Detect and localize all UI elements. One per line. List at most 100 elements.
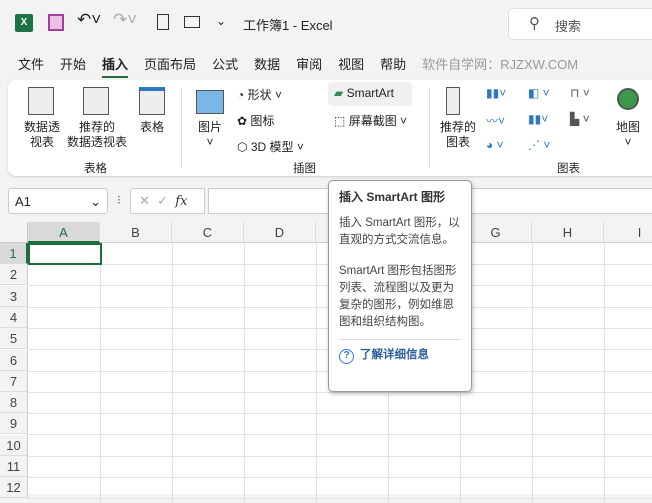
gridline <box>28 477 652 478</box>
tab-review[interactable]: 审阅 <box>296 54 322 78</box>
recommended-charts-button[interactable]: 推荐的 图表 <box>438 120 478 150</box>
3d-models-label: 3D 模型 <box>250 140 294 154</box>
tab-insert[interactable]: 插入 <box>102 54 129 78</box>
recommended-pivot-icon <box>83 87 109 115</box>
pictures-label: 图片 <box>197 120 222 134</box>
help-icon: ? <box>339 349 354 364</box>
divider <box>181 88 182 168</box>
gridline <box>28 413 652 415</box>
screenshot-icon: ⬚ <box>334 114 346 128</box>
row-header[interactable]: 1 <box>0 243 28 264</box>
icons-button[interactable]: ✿ 图标 <box>237 112 274 129</box>
pivot-table-icon <box>28 87 54 115</box>
recommended-pivot-button[interactable]: 推荐的 数据透视表 <box>64 120 130 150</box>
table-icon <box>139 87 165 115</box>
learn-more-link[interactable]: ? 了解详细信息 <box>339 339 461 364</box>
row-header[interactable]: 4 <box>0 306 28 328</box>
gridline <box>604 243 605 503</box>
window-title: 工作簿1 - Excel <box>243 18 333 33</box>
column-header[interactable]: D <box>244 222 316 243</box>
shapes-label: 形状 <box>247 88 272 102</box>
scatter-chart-button[interactable]: ⋰ ˅ <box>528 138 550 152</box>
pivot-table-button[interactable]: 数据透 视表 <box>18 120 66 150</box>
group-label-tables: 表格 <box>84 163 107 175</box>
column-header[interactable]: A <box>28 222 100 243</box>
save-icon[interactable] <box>48 14 64 31</box>
smartart-button[interactable]: ▰ SmartArt <box>328 82 412 106</box>
row-header[interactable]: 9 <box>0 413 28 435</box>
chevron-down-icon: ⌄ <box>90 194 101 209</box>
watermark: 软件自学网：RJZXW.COM <box>422 57 579 72</box>
screenshot-button[interactable]: ⬚ 屏幕截图 ˅ <box>334 112 407 129</box>
statistic-chart-button[interactable]: ▮▮˅ <box>528 112 548 126</box>
name-box[interactable]: A1 ⌄ <box>8 188 108 214</box>
more-icon: ⁝ <box>117 193 121 207</box>
row-header[interactable]: 6 <box>0 349 28 371</box>
undo-icon[interactable]: ↶˅ <box>77 10 101 30</box>
column-header[interactable]: I <box>604 222 652 243</box>
column-header[interactable]: B <box>100 222 172 243</box>
tab-home[interactable]: 开始 <box>60 54 86 78</box>
tab-data[interactable]: 数据 <box>254 54 280 78</box>
pie-chart-button[interactable]: ◕ ˅ <box>486 138 504 152</box>
cancel-icon[interactable]: ✕ <box>139 193 150 208</box>
tab-page-layout[interactable]: 页面布局 <box>144 54 196 78</box>
tooltip-details: SmartArt 图形包括图形列表、流程图以及更为复杂的图形，例如维恩图和组织结… <box>339 265 457 328</box>
row-header[interactable]: 7 <box>0 370 28 392</box>
new-file-icon[interactable] <box>157 14 169 30</box>
enter-icon[interactable]: ✓ <box>157 193 168 208</box>
maps-label: 地图 <box>615 120 640 134</box>
picture-icon <box>196 90 224 114</box>
column-header[interactable]: H <box>532 222 604 243</box>
select-all-button[interactable] <box>0 222 28 243</box>
insert-function-button[interactable]: fx <box>175 194 187 209</box>
gridline <box>28 455 652 457</box>
row-header[interactable]: 8 <box>0 392 28 414</box>
screenshot-label: 屏幕截图 <box>348 114 397 128</box>
tab-help[interactable]: 帮助 <box>380 54 406 78</box>
waterfall-chart-button[interactable]: ⊓ ˅ <box>570 86 590 100</box>
shapes-button[interactable]: ◔ 形状 ˅ <box>237 86 282 103</box>
column-chart-button[interactable]: ▮▮˅ <box>486 86 506 100</box>
row-header[interactable]: 2 <box>0 264 28 286</box>
customize-toolbar-icon[interactable]: ⌄ <box>216 14 226 28</box>
gridline <box>28 498 652 500</box>
search-box[interactable]: ⚲ 搜索 <box>508 8 652 40</box>
icons-label: 图标 <box>250 114 275 128</box>
gridline <box>28 434 652 436</box>
column-header[interactable]: C <box>172 222 244 243</box>
ribbon-tabs: 文件 开始 插入 页面布局 公式 数据 审阅 视图 帮助 软件自学网：RJZXW… <box>18 54 594 78</box>
globe-icon <box>617 88 639 110</box>
gridline <box>316 243 317 503</box>
active-cell-a1[interactable] <box>28 243 102 265</box>
row-header[interactable]: 3 <box>0 285 28 307</box>
tab-formulas[interactable]: 公式 <box>212 54 238 78</box>
tooltip-description: 插入 SmartArt 图形，以直观的方式交流信息。 <box>339 217 460 246</box>
tab-file[interactable]: 文件 <box>18 54 44 78</box>
tooltip-title: 插入 SmartArt 图形 <box>339 190 446 204</box>
name-box-value: A1 <box>15 194 31 209</box>
gridline <box>532 243 533 503</box>
search-icon: ⚲ <box>529 15 540 32</box>
row-header[interactable]: 10 <box>0 434 28 456</box>
table-button[interactable]: 表格 <box>134 120 170 135</box>
redo-icon: ↷˅ <box>113 10 138 29</box>
pictures-button[interactable]: 图片 ˅ <box>196 120 224 150</box>
group-label-charts: 图表 <box>557 163 580 175</box>
gridline <box>100 243 101 503</box>
row-header[interactable]: 11 <box>0 456 28 477</box>
smartart-icon: ▰ <box>334 86 344 100</box>
combo-chart-button[interactable]: ▙ ˅ <box>570 112 590 126</box>
smartart-tooltip: 插入 SmartArt 图形 插入 SmartArt 图形，以直观的方式交流信息… <box>328 180 472 392</box>
row-header[interactable]: 12 <box>0 477 28 499</box>
learn-more-label: 了解详细信息 <box>360 349 429 361</box>
tab-view[interactable]: 视图 <box>338 54 364 78</box>
gridline <box>244 243 245 503</box>
hierarchy-chart-button[interactable]: ◧ ˅ <box>528 86 550 100</box>
line-chart-button[interactable]: 〰˅ <box>486 112 505 129</box>
maps-button[interactable]: 地图 ˅ <box>612 120 644 150</box>
open-folder-icon[interactable] <box>184 16 200 28</box>
excel-logo-icon: X <box>15 14 33 32</box>
row-header[interactable]: 5 <box>0 328 28 350</box>
3d-models-button[interactable]: ⬡ 3D 模型 ˅ <box>237 138 304 155</box>
